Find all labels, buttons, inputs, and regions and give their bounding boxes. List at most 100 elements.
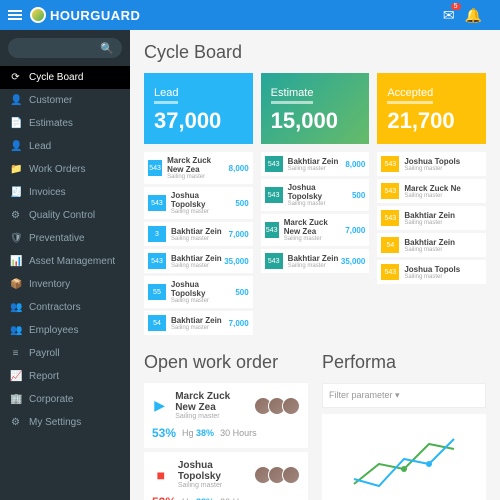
filter-dropdown[interactable]: Filter parameter ▾ xyxy=(322,383,486,408)
item-name: Joshua Topols xyxy=(404,265,460,274)
item-number: 54 xyxy=(148,315,166,331)
menu-icon: 📊 xyxy=(10,256,21,267)
sidebar-item-payroll[interactable]: ≡Payroll xyxy=(0,342,130,365)
list-item[interactable]: 543Marck Zuck New ZeaSailing master7,000 xyxy=(261,214,370,246)
menu-label: Quality Control xyxy=(29,210,95,221)
play-button[interactable]: ▶ xyxy=(152,396,167,416)
list-item[interactable]: 543Marck Zuck NeSailing master xyxy=(377,179,486,203)
sidebar-item-estimates[interactable]: 📄Estimates xyxy=(0,112,130,135)
percent: 53% xyxy=(152,426,176,440)
list-item[interactable]: 54Bakhtiar ZeinSailing master xyxy=(377,233,486,257)
item-number: 543 xyxy=(265,253,283,269)
item-name: Bakhtiar Zein xyxy=(288,157,339,166)
menu-label: Cycle Board xyxy=(29,72,83,83)
item-subtitle: Sailing master xyxy=(284,236,346,242)
list-item[interactable]: 543Joshua TopolsSailing master xyxy=(377,260,486,284)
work-order-item: ▶Marck Zuck New ZeaSailing master53%Hg 3… xyxy=(144,383,308,448)
item-amount: 7,000 xyxy=(229,230,249,239)
sidebar-item-cycle-board[interactable]: ⟳Cycle Board xyxy=(0,66,130,89)
sidebar-item-preventative[interactable]: 🛡Preventative xyxy=(0,227,130,250)
item-name: Joshua Topols xyxy=(404,157,460,166)
list-item[interactable]: 543Bakhtiar ZeinSailing master35,000 xyxy=(261,249,370,273)
item-subtitle: Sailing master xyxy=(167,174,229,180)
item-name: Joshua Topolsky xyxy=(171,191,235,209)
item-subtitle: Sailing master xyxy=(404,220,455,226)
list-item[interactable]: 543Joshua TopolsSailing master xyxy=(377,152,486,176)
list-item[interactable]: 543 Marck Zuck New ZeaSailing master8,000 xyxy=(144,152,253,184)
sidebar-item-lead[interactable]: 👤Lead xyxy=(0,135,130,158)
sidebar-item-employees[interactable]: 👥Employees xyxy=(0,319,130,342)
item-amount: 7,000 xyxy=(345,226,365,235)
item-amount: 8,000 xyxy=(229,164,249,173)
item-amount: 8,000 xyxy=(345,160,365,169)
sidebar-item-my-settings[interactable]: ⚙My Settings xyxy=(0,411,130,434)
card-value: 37,000 xyxy=(154,108,243,134)
item-number: 543 xyxy=(381,156,399,172)
sidebar-item-customer[interactable]: 👤 Customer xyxy=(0,89,130,112)
sidebar-item-corporate[interactable]: 🏢 Corporate xyxy=(0,388,130,411)
order-name: Marck Zuck New Zea xyxy=(175,391,250,413)
item-number: 543 xyxy=(148,253,166,269)
list-item[interactable]: 543Bakhtiar ZeinSailing master35,000 xyxy=(144,249,253,273)
brand-text: HOURGUARD xyxy=(50,8,140,23)
sidebar: 🔍 ⟳Cycle Board 👤 Customer 📄Estimates👤Lead📁W… xyxy=(0,30,130,500)
sidebar-item-report[interactable]: 📈Report xyxy=(0,365,130,388)
menu-label: Work Orders xyxy=(29,164,86,175)
menu-label: Report xyxy=(29,371,59,382)
list-item[interactable]: 543Joshua TopolskySailing master500 xyxy=(261,179,370,211)
item-name: Bakhtiar Zein xyxy=(404,238,455,247)
menu-label: Customer xyxy=(29,95,72,106)
stat-card-estimate[interactable]: Estimate15,000 xyxy=(261,73,370,144)
list-item[interactable]: 54Bakhtiar ZeinSailing master7,000 xyxy=(144,311,253,335)
item-number: 543 xyxy=(381,210,399,226)
sidebar-item-asset-management[interactable]: 📊Asset Management xyxy=(0,250,130,273)
sidebar-item-inventory[interactable]: 📦Inventory xyxy=(0,273,130,296)
stat-card-accepted[interactable]: Accepted 21,700 xyxy=(377,73,486,144)
card-value: 21,700 xyxy=(387,108,476,134)
item-number: 543 xyxy=(148,160,162,176)
avatar-group[interactable] xyxy=(258,397,300,415)
item-name: Marck Zuck New Zea xyxy=(167,156,229,174)
list-item[interactable]: 3Bakhtiar ZeinSailing master7,000 xyxy=(144,222,253,246)
stop-button[interactable]: ■ xyxy=(152,465,170,485)
hamburger-icon[interactable] xyxy=(8,8,22,22)
list-item[interactable]: 55Joshua TopolskySailing master500 xyxy=(144,276,253,308)
sidebar-item-quality-control[interactable]: ⚙ Quality Control xyxy=(0,204,130,227)
menu-label: Employees xyxy=(29,325,78,336)
search-input[interactable]: 🔍 xyxy=(8,38,122,58)
brand-logo[interactable]: HOURGUARD xyxy=(30,7,140,23)
mail-icon[interactable]: ✉5 xyxy=(443,7,455,24)
menu-label: Estimates xyxy=(29,118,73,129)
item-number: 543 xyxy=(148,195,166,211)
menu-icon: 👤 xyxy=(10,141,21,152)
bell-icon[interactable]: 🔔 xyxy=(465,7,482,24)
menu-icon: ⚙ xyxy=(10,210,21,221)
sidebar-item-invoices[interactable]: 🧾Invoices xyxy=(0,181,130,204)
stat-card-lead[interactable]: Lead37,000 xyxy=(144,73,253,144)
list-item[interactable]: 543 Joshua TopolskySailing master500 xyxy=(144,187,253,219)
card-label: Accepted xyxy=(387,87,433,104)
item-subtitle: Sailing master xyxy=(171,209,235,215)
avatar-group[interactable] xyxy=(258,466,300,484)
item-number: 3 xyxy=(148,226,166,242)
item-name: Marck Zuck Ne xyxy=(404,184,460,193)
menu-label: Payroll xyxy=(29,348,60,359)
menu-icon: 🏢 xyxy=(10,394,21,405)
menu-icon: ⚙ xyxy=(10,417,21,428)
item-amount: 500 xyxy=(235,199,248,208)
menu-icon: 🛡 xyxy=(10,233,21,244)
sidebar-item-contractors[interactable]: 👥Contractors xyxy=(0,296,130,319)
menu-label: Corporate xyxy=(29,394,73,405)
menu-icon: 🧾 xyxy=(10,187,21,198)
item-number: 543 xyxy=(265,156,283,172)
item-amount: 35,000 xyxy=(224,257,248,266)
item-name: Bakhtiar Zein xyxy=(171,316,222,325)
item-subtitle: Sailing master xyxy=(404,274,460,280)
sidebar-item-work-orders[interactable]: 📁Work Orders xyxy=(0,158,130,181)
list-item[interactable]: 543Bakhtiar ZeinSailing master8,000 xyxy=(261,152,370,176)
order-subtitle: Sailing master xyxy=(175,413,250,420)
item-amount: 7,000 xyxy=(229,319,249,328)
menu-icon: 👤 xyxy=(10,95,21,106)
list-item[interactable]: 543Bakhtiar ZeinSailing master xyxy=(377,206,486,230)
work-order-item: ■Joshua TopolskySailing master53%Hg 38%3… xyxy=(144,452,308,500)
